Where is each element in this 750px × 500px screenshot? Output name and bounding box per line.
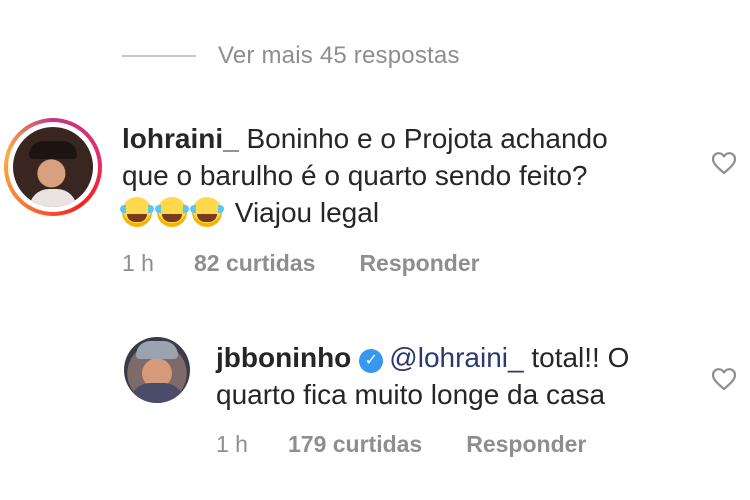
laughing-emoji-icon — [190, 197, 224, 227]
profile-photo — [13, 127, 93, 207]
avatar[interactable] — [124, 337, 190, 403]
comment-meta: 1 h 179 curtidas Responder — [216, 431, 586, 458]
laughing-emoji-icon — [120, 197, 154, 227]
comment-meta: 1 h 82 curtidas Responder — [122, 250, 480, 277]
comment-username[interactable]: jbboninho — [216, 342, 351, 373]
comment-timestamp: 1 h — [122, 250, 154, 276]
comment-username[interactable]: lohraini_ — [122, 123, 239, 154]
verified-badge-icon: ✓ — [359, 349, 384, 373]
comment-text: lohraini_ Boninho e o Projota achando qu… — [120, 120, 702, 231]
reply-button[interactable]: Responder — [466, 431, 586, 458]
heart-icon[interactable] — [711, 151, 737, 175]
comment-likes-count[interactable]: 179 curtidas — [288, 431, 422, 458]
reply-button[interactable]: Responder — [359, 250, 479, 277]
view-more-replies-label[interactable]: Ver mais 45 respostas — [218, 42, 460, 70]
comment-likes-count[interactable]: 82 curtidas — [194, 250, 315, 277]
comment-body-line2: quarto fica muito longe da casa — [216, 379, 606, 410]
comment-body-line1: Boninho e o Projota achando — [246, 123, 608, 154]
comment-body-line3: Viajou legal — [234, 197, 380, 228]
comment: lohraini_ Boninho e o Projota achando qu… — [0, 118, 750, 288]
comment-body-line2: que o barulho é o quarto sendo feito? — [122, 160, 588, 191]
divider-line — [122, 55, 196, 57]
view-more-replies[interactable]: Ver mais 45 respostas — [122, 42, 460, 70]
avatar[interactable] — [4, 118, 102, 216]
heart-icon[interactable] — [711, 367, 737, 391]
comment-body-line1: total!! O — [523, 342, 630, 373]
laughing-emoji-icon — [155, 197, 189, 227]
comment-text: jbboninho ✓ @lohraini_ total!! O quarto fi… — [216, 339, 686, 413]
mention-link[interactable]: @lohraini_ — [389, 342, 523, 373]
reply-comment: jbboninho ✓ @lohraini_ total!! O quarto fi… — [0, 335, 750, 465]
comment-timestamp: 1 h — [216, 431, 248, 457]
